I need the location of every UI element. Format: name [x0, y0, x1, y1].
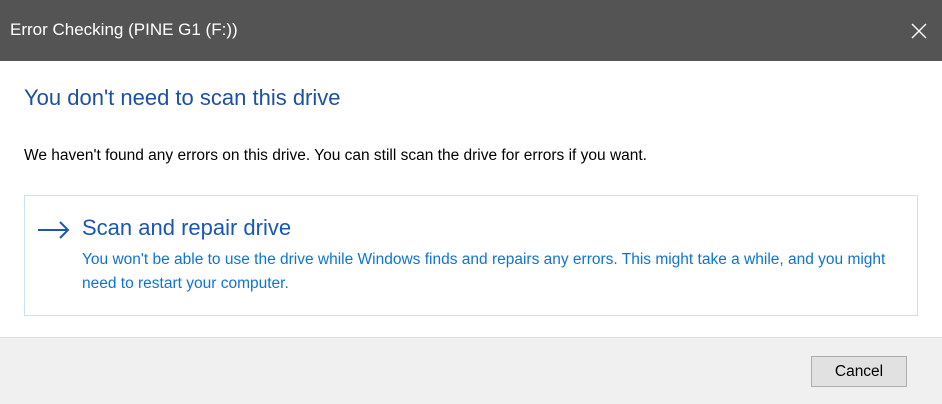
error-checking-dialog: Error Checking (PINE G1 (F:)) You don't … [0, 0, 942, 404]
command-link-description: You won't be able to use the drive while… [82, 251, 886, 292]
title-bar[interactable]: Error Checking (PINE G1 (F:)) [0, 0, 942, 61]
scan-and-repair-command-link[interactable]: Scan and repair drive You won't be able … [24, 195, 918, 316]
window-title: Error Checking (PINE G1 (F:)) [10, 20, 238, 39]
dialog-message: We haven't found any errors on this driv… [24, 147, 647, 164]
dialog-footer: Cancel [0, 337, 942, 404]
cancel-button[interactable]: Cancel [811, 356, 907, 387]
command-link-title: Scan and repair drive [82, 215, 292, 240]
close-button[interactable] [896, 0, 942, 61]
main-instruction: You don't need to scan this drive [24, 85, 341, 110]
close-icon [911, 23, 927, 38]
dialog-content: You don't need to scan this drive We hav… [0, 61, 942, 337]
arrow-right-icon [38, 221, 70, 239]
